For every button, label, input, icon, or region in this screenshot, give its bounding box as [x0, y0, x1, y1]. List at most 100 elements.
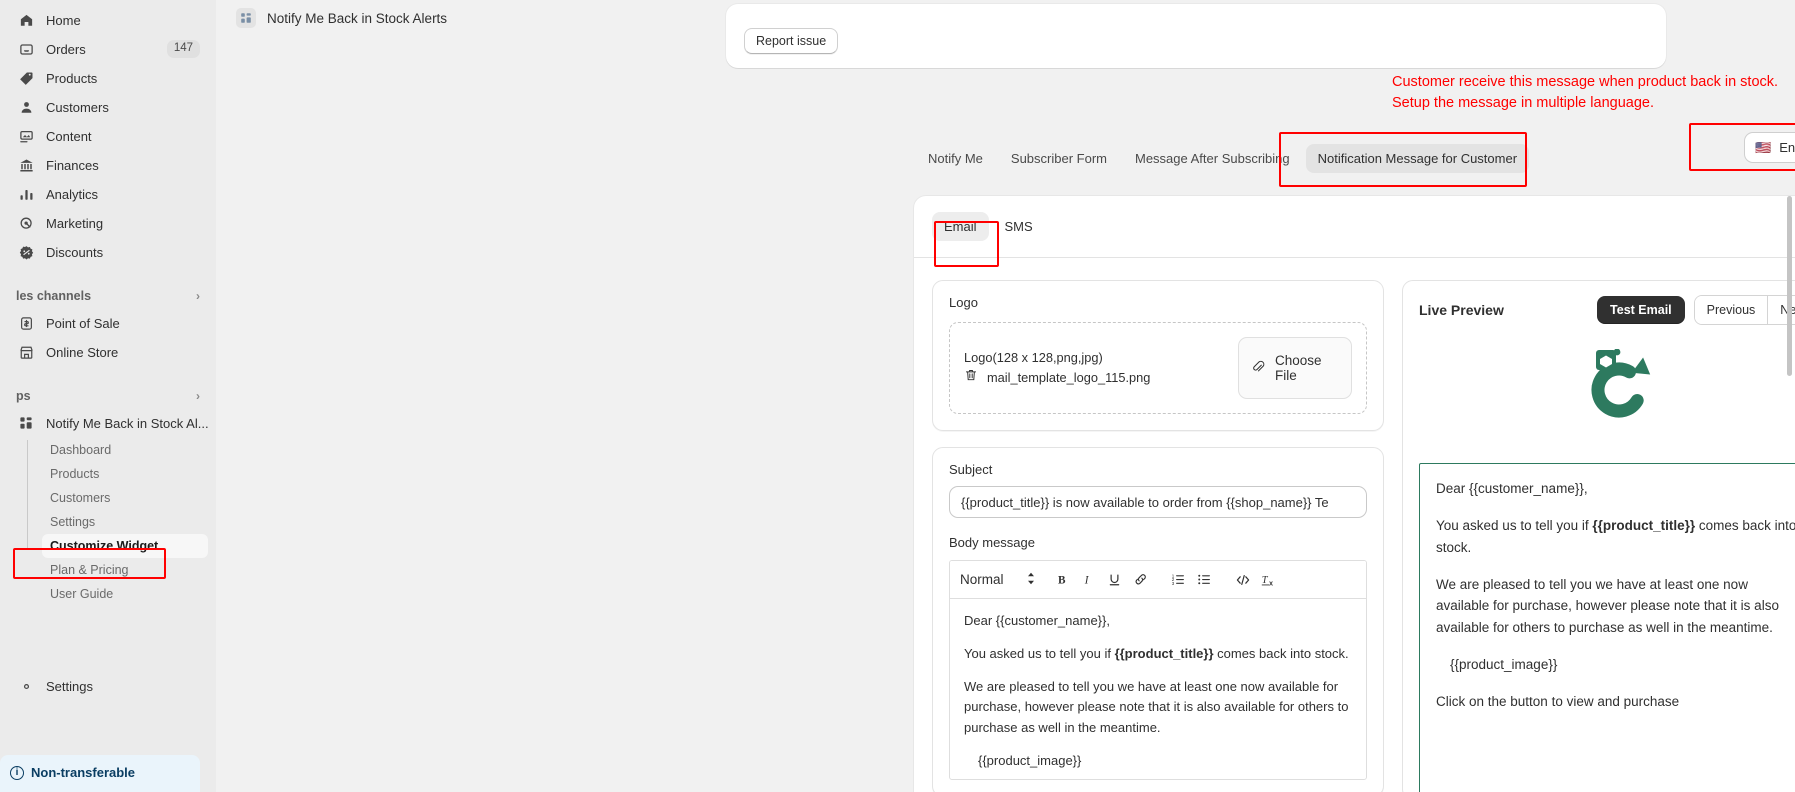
editor-paragraph: {{product_image}}: [978, 752, 1082, 768]
paperclip-icon: [1251, 359, 1266, 377]
sidebar-item-content[interactable]: Content: [8, 122, 208, 150]
italic-icon[interactable]: I: [1076, 567, 1102, 593]
report-issue-button[interactable]: Report issue: [744, 28, 839, 54]
body-editor: Normal B I 1 2 3 T x Dear {{customer_nam…: [949, 560, 1367, 780]
editor-paragraph: You asked us to tell you if {{product_ti…: [964, 644, 1352, 664]
sidebar-item-finances[interactable]: Finances: [8, 151, 208, 179]
online-store-icon: [16, 342, 36, 362]
sub-label: Customers: [50, 491, 111, 505]
sidebar-item-label: Analytics: [46, 186, 99, 202]
format-dropdown[interactable]: Normal: [960, 572, 1050, 588]
editor-paragraph: Dear {{customer_name}},: [964, 613, 1110, 628]
sidebar-item-analytics[interactable]: Analytics: [8, 180, 208, 208]
chevron-right-icon: ›: [196, 389, 200, 403]
format-value: Normal: [960, 572, 1004, 587]
sidebar-item-label: Finances: [46, 157, 99, 173]
clear-format-icon[interactable]: Tx: [1256, 567, 1282, 593]
tab-notify-me[interactable]: Notify Me: [916, 144, 995, 173]
apps-label: ps: [16, 389, 31, 403]
code-icon[interactable]: [1230, 567, 1256, 593]
content-icon: [16, 126, 36, 146]
preview-pager: Previous Next: [1693, 295, 1795, 325]
bold-icon[interactable]: B: [1050, 567, 1076, 593]
sidebar-subitem-user-guide[interactable]: User Guide: [42, 582, 208, 606]
logo-file-row: mail_template_logo_115.png: [964, 368, 1226, 388]
preview-paragraph: Click on the button to view and purchase: [1436, 694, 1680, 710]
logo-label: Logo: [949, 295, 978, 310]
subject-label: Subject: [949, 462, 993, 477]
editor-column: Logo Logo(128 x 128,png,jpg) mail_templa…: [932, 280, 1384, 792]
sidebar: Home Orders 147 Products Customers Conte…: [0, 0, 216, 792]
trash-icon[interactable]: [964, 368, 978, 388]
language-value: English: [1779, 140, 1795, 155]
notification-panel: Email SMS Logo Logo(128 x 128,png,jpg) m…: [914, 196, 1795, 792]
editor-paragraph: We are pleased to tell you we have at le…: [964, 679, 1349, 735]
sidebar-item-orders[interactable]: Orders 147: [8, 35, 208, 63]
ordered-list-icon[interactable]: 123: [1166, 567, 1192, 593]
sidebar-subitem-settings[interactable]: Settings: [42, 510, 208, 534]
sub-label: User Guide: [50, 587, 114, 601]
tab-notification-message-for-customer[interactable]: Notification Message for Customer: [1305, 144, 1530, 173]
flag-icon: 🇺🇸: [1755, 140, 1772, 155]
logo-dropzone[interactable]: Logo(128 x 128,png,jpg) mail_template_lo…: [949, 322, 1367, 414]
sidebar-subitem-products[interactable]: Products: [42, 462, 208, 486]
main-area: Notify Me Back in Stock Alerts Report is…: [216, 0, 1795, 792]
sub-label: Products: [50, 467, 100, 481]
sidebar-item-label: Discounts: [46, 244, 104, 260]
sidebar-item-marketing[interactable]: Marketing: [8, 209, 208, 237]
apps-header[interactable]: ps ›: [8, 383, 208, 409]
non-transferable-banner: i Non-transferable: [0, 755, 200, 792]
logo-card-body: Logo Logo(128 x 128,png,jpg) mail_templa…: [933, 281, 1383, 430]
info-icon: i: [10, 765, 24, 780]
choose-file-button[interactable]: Choose File: [1238, 337, 1352, 399]
sidebar-item-discounts[interactable]: Discounts: [8, 238, 208, 266]
subject-input[interactable]: [949, 486, 1367, 518]
sidebar-settings-label: Settings: [46, 678, 93, 694]
gear-icon: [16, 676, 36, 696]
sidebar-subitem-customize-widget[interactable]: Customize Widget: [42, 534, 208, 558]
point-of-sale-icon: [16, 313, 36, 333]
sidebar-subitem-customers[interactable]: Customers: [42, 486, 208, 510]
tab-sms[interactable]: SMS: [993, 212, 1045, 241]
live-preview-card: Live Preview Test Email Previous Next: [1402, 280, 1795, 792]
link-icon[interactable]: [1128, 567, 1154, 593]
sidebar-item-products[interactable]: Products: [8, 64, 208, 92]
sidebar-item-label: Customers: [46, 99, 109, 115]
sidebar-item-customers[interactable]: Customers: [8, 93, 208, 121]
sidebar-item-label: Products: [46, 70, 98, 86]
discounts-icon: [16, 242, 36, 262]
sidebar-subitem-dashboard[interactable]: Dashboard: [42, 438, 208, 462]
sidebar-item-label: Online Store: [46, 344, 119, 360]
sidebar-item-app[interactable]: Notify Me Back in Stock Al...: [8, 409, 209, 437]
page-scrollbar[interactable]: [1787, 196, 1792, 376]
underline-icon[interactable]: [1102, 567, 1128, 593]
preview-paragraph: Dear {{customer_name}},: [1436, 481, 1588, 496]
language-select[interactable]: 🇺🇸 English: [1744, 132, 1795, 163]
test-email-button[interactable]: Test Email: [1597, 296, 1685, 324]
sub-label: Dashboard: [50, 443, 112, 457]
sidebar-item-point-of-sale[interactable]: Point of Sale: [8, 309, 208, 337]
svg-text:B: B: [1058, 574, 1066, 586]
banner-label: Non-transferable: [31, 765, 136, 780]
previous-button[interactable]: Previous: [1694, 296, 1768, 324]
sidebar-subitem-plan-pricing[interactable]: Plan & Pricing: [42, 558, 208, 582]
sub-label: Plan & Pricing: [50, 563, 129, 577]
sidebar-item-label: Orders: [46, 41, 86, 57]
logo-card: Logo Logo(128 x 128,png,jpg) mail_templa…: [932, 280, 1384, 431]
bullet-list-icon[interactable]: [1192, 567, 1218, 593]
tab-email[interactable]: Email: [932, 212, 989, 241]
editor-content[interactable]: Dear {{customer_name}}, You asked us to …: [950, 599, 1366, 779]
logo-filename: mail_template_logo_115.png: [987, 370, 1151, 385]
tab-message-after-subscribing[interactable]: Message After Subscribing: [1123, 144, 1302, 173]
svg-text:x: x: [1269, 578, 1273, 587]
preview-paragraph: You asked us to tell you if {{product_ti…: [1436, 515, 1795, 559]
back-in-stock-logo-icon: [1591, 349, 1651, 418]
sidebar-item-home[interactable]: Home: [8, 6, 208, 34]
app-grid-icon: [16, 413, 36, 433]
home-icon: [16, 10, 36, 30]
tab-subscriber-form[interactable]: Subscriber Form: [999, 144, 1119, 173]
sales-channels-header[interactable]: les channels ›: [8, 283, 208, 309]
sidebar-item-online-store[interactable]: Online Store: [8, 338, 208, 366]
sidebar-item-settings[interactable]: Settings: [8, 672, 208, 700]
